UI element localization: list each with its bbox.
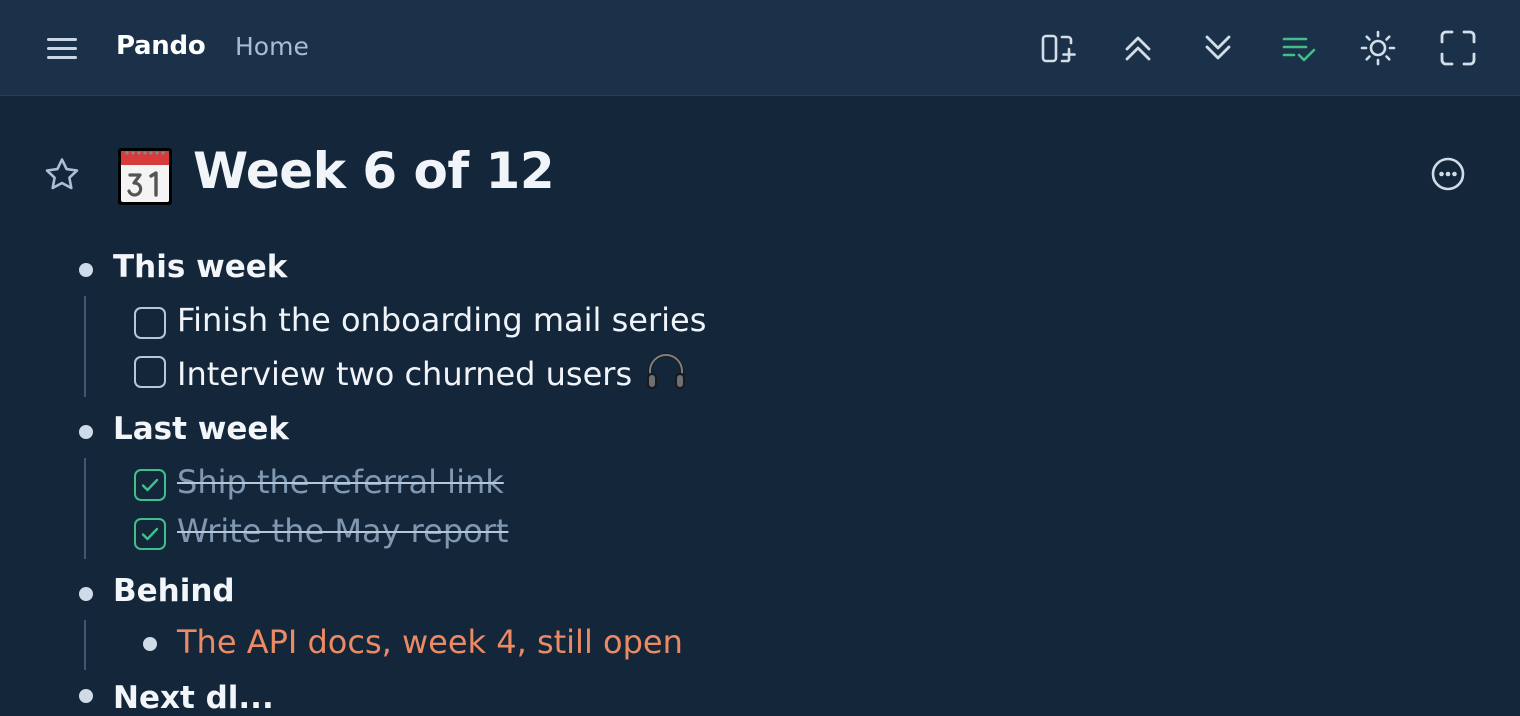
more-options-icon[interactable]: [1428, 154, 1468, 194]
app-name[interactable]: Pando: [116, 31, 206, 61]
headphones-icon: [644, 351, 688, 391]
breadcrumb-home[interactable]: Home: [235, 32, 309, 61]
section-this-week[interactable]: This week: [113, 249, 287, 285]
section-bullet[interactable]: [79, 263, 93, 277]
task-checkbox-checked[interactable]: [134, 518, 166, 550]
favorite-star-icon[interactable]: [42, 155, 82, 195]
task-text-done[interactable]: Write the May report: [177, 512, 508, 550]
calendar-icon: [116, 145, 174, 207]
menu-icon[interactable]: [44, 34, 80, 64]
section-bullet[interactable]: [79, 425, 93, 439]
check-icon: [141, 527, 159, 541]
task-text-done[interactable]: Ship the referral link: [177, 463, 504, 501]
task-text: Interview two churned users: [177, 355, 633, 393]
task-checkbox-checked[interactable]: [134, 469, 166, 501]
section-bullet[interactable]: [79, 689, 93, 703]
fullscreen-icon[interactable]: [1438, 28, 1478, 68]
section-last-week[interactable]: Last week: [113, 411, 289, 447]
section-behind[interactable]: Behind: [113, 573, 235, 609]
task-checkbox[interactable]: [134, 307, 166, 339]
section-next[interactable]: Next dl...: [113, 680, 274, 716]
expand-all-icon[interactable]: [1198, 28, 1238, 68]
collapse-all-icon[interactable]: [1118, 28, 1158, 68]
overdue-item-text[interactable]: The API docs, week 4, still open: [177, 623, 683, 661]
task-text[interactable]: Finish the onboarding mail series: [177, 301, 706, 339]
top-bar: Pando Home: [0, 0, 1520, 96]
indent-guide: [84, 620, 86, 670]
indent-guide: [84, 458, 86, 559]
item-bullet[interactable]: [143, 637, 157, 651]
indent-guide: [84, 296, 86, 397]
theme-icon[interactable]: [1358, 28, 1398, 68]
task-item[interactable]: Interview two churned users: [177, 351, 688, 393]
page-title: Week 6 of 12: [193, 142, 555, 200]
task-checkbox[interactable]: [134, 356, 166, 388]
add-panel-icon[interactable]: [1038, 28, 1078, 68]
task-list-icon[interactable]: [1279, 28, 1319, 68]
page-content: Week 6 of 12 This week Finish the onboar…: [0, 97, 1520, 716]
section-bullet[interactable]: [79, 587, 93, 601]
check-icon: [141, 478, 159, 492]
